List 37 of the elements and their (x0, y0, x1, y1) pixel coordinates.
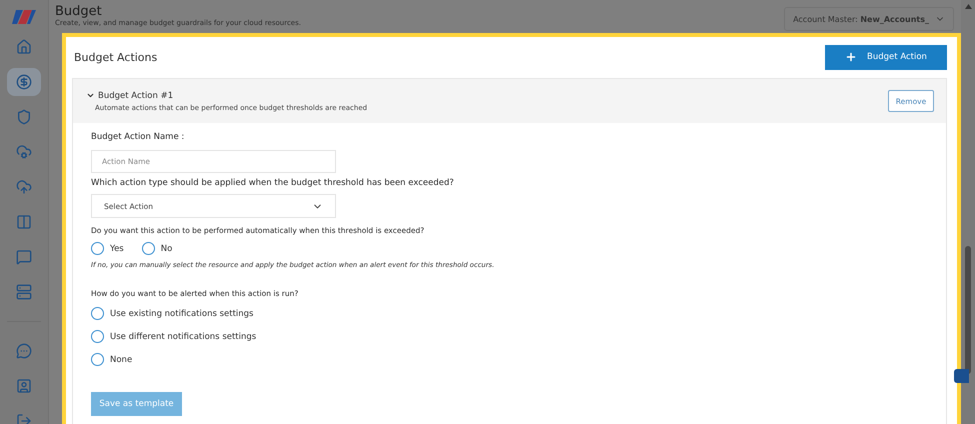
radio-label: None (110, 354, 132, 364)
radio-button[interactable] (91, 330, 104, 343)
dollar-icon (16, 74, 32, 90)
field-label: Which action type should be applied when the budget threshold has been exceeded? (91, 178, 455, 188)
scroll-up-icon[interactable] (964, 4, 972, 9)
scrollbar-thumb[interactable] (965, 246, 971, 374)
message-icon (16, 343, 32, 359)
radio-button[interactable] (91, 242, 104, 255)
radio-label: Use different notifications settings (110, 332, 256, 342)
radio-button[interactable] (142, 242, 155, 255)
chat-icon (16, 249, 32, 265)
radio-label: No (160, 244, 172, 254)
radio-label: Use existing notifications settings (110, 308, 254, 318)
radio-label: Yes (110, 244, 124, 254)
action-title: Budget Action #1 (98, 90, 174, 100)
radio-button[interactable] (91, 353, 104, 366)
page-title: Budget (55, 4, 103, 19)
cloud-network-icon (16, 144, 32, 160)
field-label: Budget Action Name : (91, 132, 186, 142)
radio-option[interactable]: Use existing notifications settings (91, 306, 928, 321)
plus-icon (845, 51, 858, 63)
radio-option[interactable]: None (91, 352, 928, 367)
panel-title: Budget Actions (74, 50, 158, 64)
cloud-upload-icon (16, 179, 32, 195)
caret-icon[interactable] (86, 91, 95, 100)
add-budget-action-button[interactable]: Budget Action (825, 44, 947, 70)
server-icon (16, 284, 32, 300)
dollar-nav-item[interactable] (7, 68, 41, 96)
user-icon (16, 378, 32, 394)
shield-icon (16, 109, 32, 125)
radio-option[interactable]: Yes (91, 241, 124, 256)
columns-icon (16, 214, 32, 230)
radio-option[interactable]: Use different notifications settings (91, 329, 928, 344)
radio-option[interactable]: No (142, 241, 172, 256)
radio-button[interactable] (91, 307, 104, 320)
home-icon (16, 39, 32, 55)
logo-icon (11, 8, 37, 26)
